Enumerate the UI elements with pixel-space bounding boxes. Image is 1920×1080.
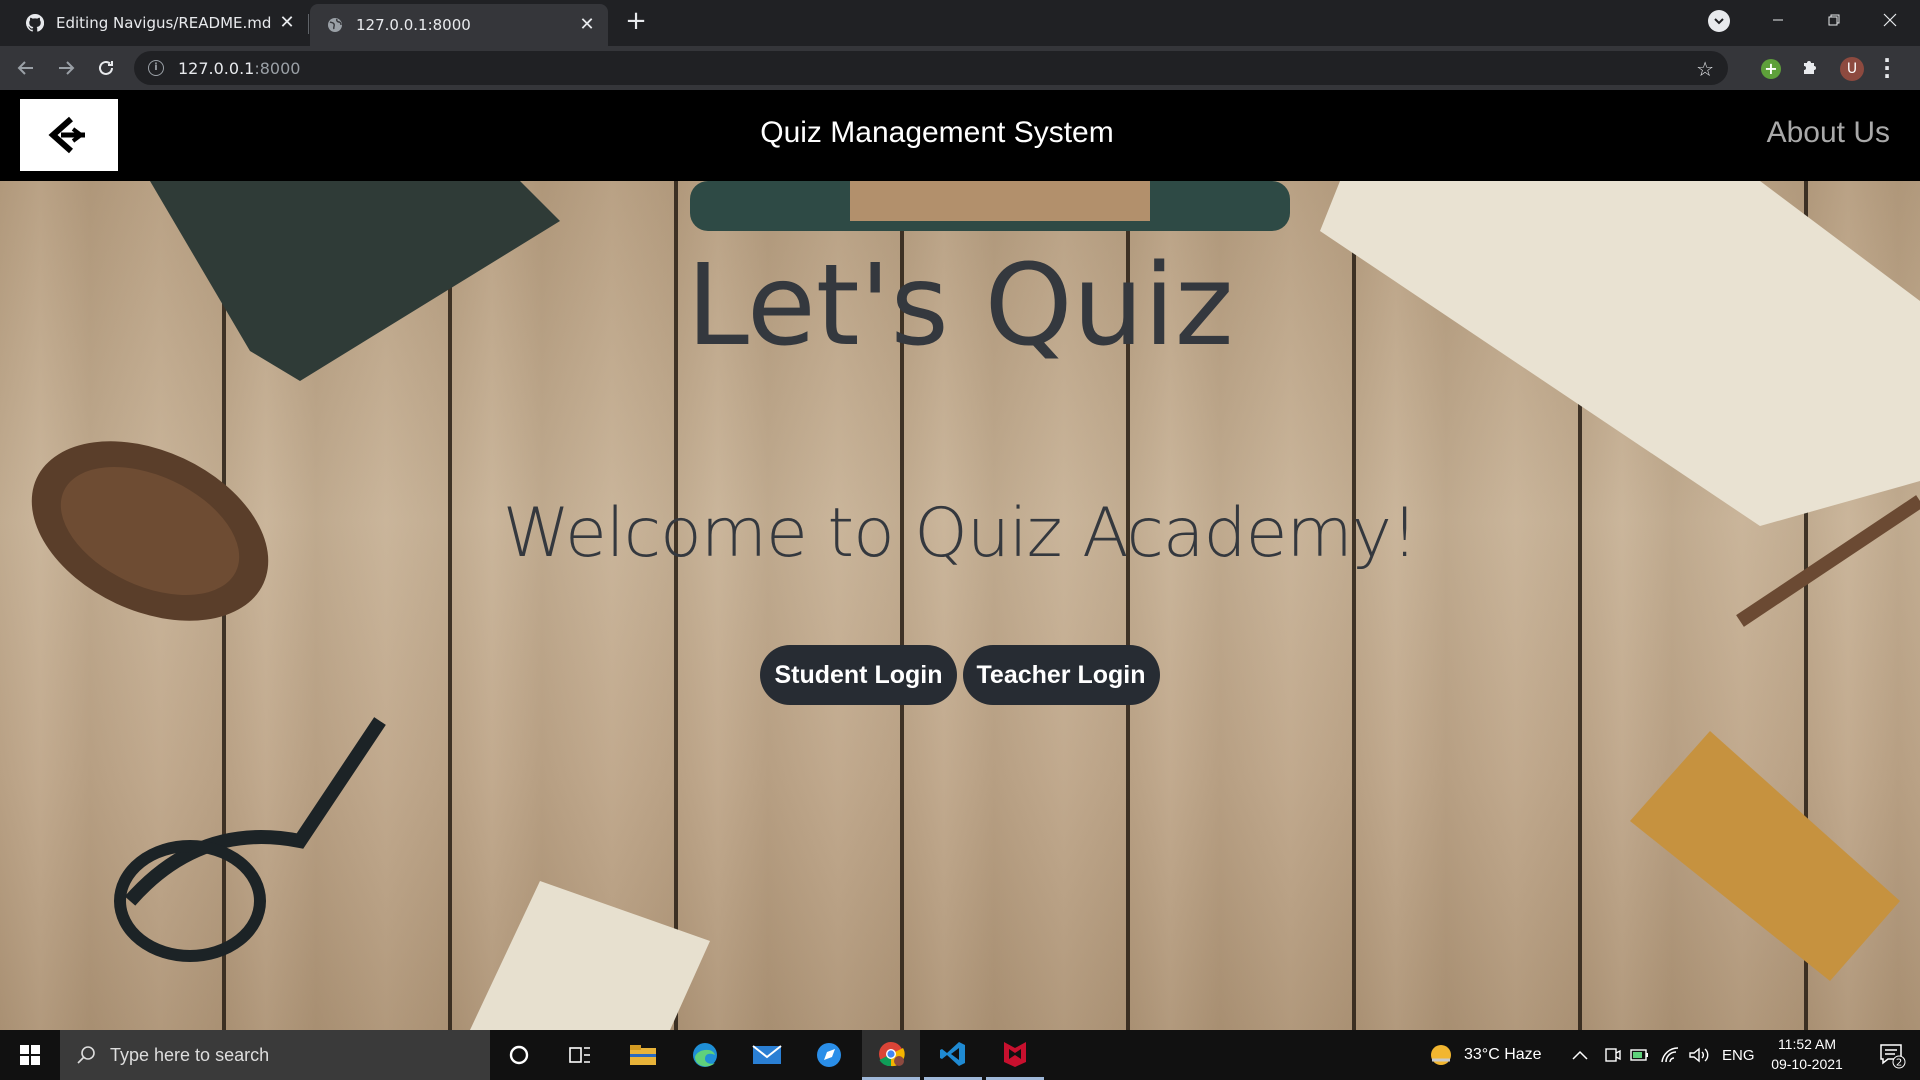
chevron-up-icon[interactable] <box>1572 1030 1588 1080</box>
chrome-icon[interactable] <box>862 1030 920 1080</box>
task-view-icon[interactable] <box>551 1030 609 1080</box>
notification-icon: 2 <box>1880 1044 1906 1069</box>
mcafee-icon[interactable] <box>986 1030 1044 1080</box>
tab-title: 127.0.0.1:8000 <box>356 16 471 34</box>
tab-github-readme[interactable]: Editing Navigus/README.md at ✕ <box>10 4 308 42</box>
new-tab-button[interactable]: + <box>622 8 650 36</box>
clock-time: 11:52 AM <box>1777 1036 1837 1052</box>
hero-section: Let's Quiz Welcome to Quiz Academy! Stud… <box>0 181 1920 1030</box>
info-icon[interactable]: i <box>148 60 164 76</box>
tab-title: Editing Navigus/README.md at <box>56 14 276 32</box>
vscode-icon[interactable] <box>924 1030 982 1080</box>
file-explorer-icon[interactable] <box>614 1030 672 1080</box>
url-text: 127.0.0.1:8000 <box>178 59 300 78</box>
arrow-left-icon <box>17 61 33 75</box>
url-host: 127.0.0.1 <box>178 58 255 78</box>
compass-app-icon[interactable] <box>800 1030 858 1080</box>
forward-button[interactable] <box>52 54 80 82</box>
clock[interactable]: 11:52 AM 09-10-2021 <box>1752 1034 1862 1074</box>
windows-taskbar: Type here to search 33°C Haze ENG 11:52 … <box>0 1030 1920 1080</box>
hero-heading: Let's Quiz <box>686 241 1234 371</box>
minimize-icon <box>1773 19 1783 21</box>
browser-toolbar: i 127.0.0.1:8000 ☆ + U · · · <box>0 46 1920 90</box>
student-login-button[interactable]: Student Login <box>760 645 957 705</box>
close-icon[interactable]: ✕ <box>276 12 298 34</box>
github-icon <box>26 14 44 32</box>
edge-browser-icon[interactable] <box>676 1030 734 1080</box>
back-button[interactable] <box>12 54 40 82</box>
mail-icon[interactable] <box>738 1030 796 1080</box>
close-icon[interactable]: ✕ <box>576 14 598 36</box>
cortana-icon[interactable] <box>490 1030 548 1080</box>
windows-logo-icon <box>20 1045 40 1065</box>
weather-widget[interactable]: 33°C Haze <box>1428 1030 1542 1080</box>
arrow-right-icon <box>59 61 75 75</box>
close-window-button[interactable] <box>1862 0 1918 40</box>
address-bar[interactable]: i 127.0.0.1:8000 ☆ <box>134 51 1728 85</box>
notification-count: 2 <box>1896 1058 1902 1069</box>
volume-icon[interactable] <box>1688 1030 1710 1080</box>
taskbar-search-box[interactable]: Type here to search <box>60 1030 490 1080</box>
restore-button[interactable] <box>1806 0 1862 40</box>
close-icon <box>1883 13 1897 27</box>
tab-localhost[interactable]: 127.0.0.1:8000 ✕ <box>310 4 608 46</box>
reload-button[interactable] <box>92 54 120 82</box>
weather-sun-icon <box>1431 1045 1451 1065</box>
tab-divider <box>308 14 309 34</box>
wifi-icon[interactable] <box>1660 1030 1680 1080</box>
url-port: :8000 <box>254 58 301 78</box>
star-icon[interactable]: ☆ <box>1696 57 1714 81</box>
profile-avatar[interactable]: U <box>1840 57 1864 81</box>
reload-icon <box>99 60 113 75</box>
weather-text: 33°C Haze <box>1464 1046 1542 1063</box>
meet-now-icon[interactable] <box>1604 1030 1622 1080</box>
web-page: Quiz Management System About Us Let's Qu… <box>0 90 1920 1030</box>
teacher-login-button[interactable]: Teacher Login <box>962 645 1160 705</box>
notification-center-button[interactable]: 2 <box>1864 1030 1920 1080</box>
puzzle-icon[interactable] <box>1800 57 1820 82</box>
search-icon <box>77 1046 95 1064</box>
browser-tab-strip: Editing Navigus/README.md at ✕ 127.0.0.1… <box>0 0 1920 46</box>
extension-icon[interactable]: + <box>1761 59 1781 79</box>
chevron-down-icon <box>1714 18 1724 25</box>
site-navbar: Quiz Management System About Us <box>0 90 1920 181</box>
more-menu-icon[interactable]: · · · <box>1882 50 1892 86</box>
site-title: Quiz Management System <box>760 116 1114 149</box>
tab-search-button[interactable] <box>1708 10 1730 32</box>
login-button-group: Student Login Teacher Login <box>0 645 1920 705</box>
battery-icon[interactable] <box>1630 1030 1650 1080</box>
globe-icon <box>326 16 344 34</box>
welcome-message: Welcome to Quiz Academy! <box>502 494 1419 573</box>
restore-icon <box>1828 14 1840 26</box>
clock-date: 09-10-2021 <box>1771 1056 1843 1072</box>
search-placeholder: Type here to search <box>110 1044 270 1065</box>
language-indicator[interactable]: ENG <box>1722 1030 1755 1080</box>
about-us-link[interactable]: About Us <box>1767 116 1890 150</box>
start-button[interactable] <box>0 1030 60 1080</box>
minimize-button[interactable] <box>1750 0 1806 40</box>
